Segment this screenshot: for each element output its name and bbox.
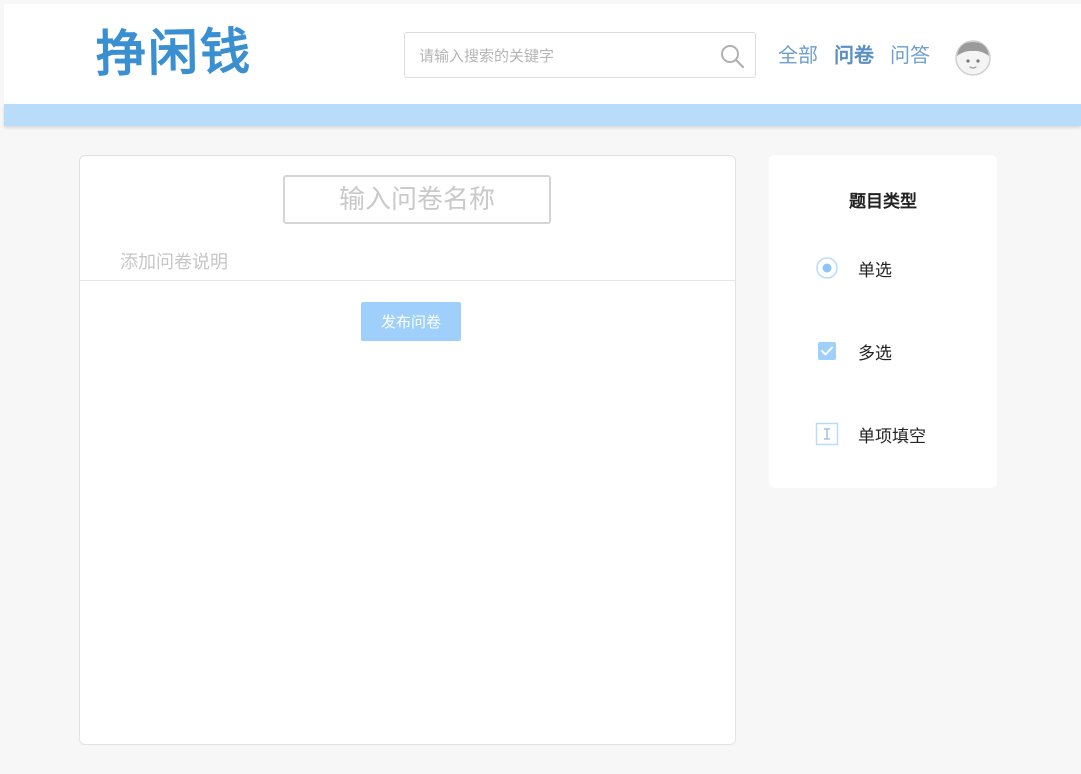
search-icon[interactable] [719,43,745,69]
user-avatar-icon[interactable] [955,40,991,76]
search-input[interactable] [417,43,711,69]
radio-icon [815,256,839,280]
text-input-icon [815,422,839,446]
header-accent-strip [4,104,1081,126]
question-type-label: 单选 [858,260,892,281]
question-type-label: 多选 [858,343,892,364]
nav-item-all[interactable]: 全部 [778,40,818,70]
question-type-single[interactable]: 单选 [815,253,892,283]
search-box[interactable] [404,32,756,78]
nav-item-survey[interactable]: 问卷 [834,40,874,70]
question-type-multiple[interactable]: 多选 [815,336,892,366]
main-nav: 全部 问卷 问答 [778,40,930,70]
editor-divider [80,280,735,281]
survey-editor: 发布问卷 [79,155,736,745]
question-type-panel: 题目类型 单选 多选 单项填空 [769,155,997,488]
question-type-label: 单项填空 [858,426,926,447]
top-header: 挣闲钱 全部 问卷 问答 [4,4,1081,104]
nav-item-qa[interactable]: 问答 [890,40,930,70]
panel-title: 题目类型 [849,192,917,212]
question-type-fill-blank[interactable]: 单项填空 [815,419,926,449]
checkbox-icon [815,339,839,363]
app-frame: 挣闲钱 全部 问卷 问答 发布问卷 题目类型 [4,4,1081,770]
publish-survey-button[interactable]: 发布问卷 [361,302,461,341]
site-logo[interactable]: 挣闲钱 [95,21,252,86]
survey-title-input[interactable] [283,175,551,224]
survey-description-input[interactable] [118,248,522,276]
